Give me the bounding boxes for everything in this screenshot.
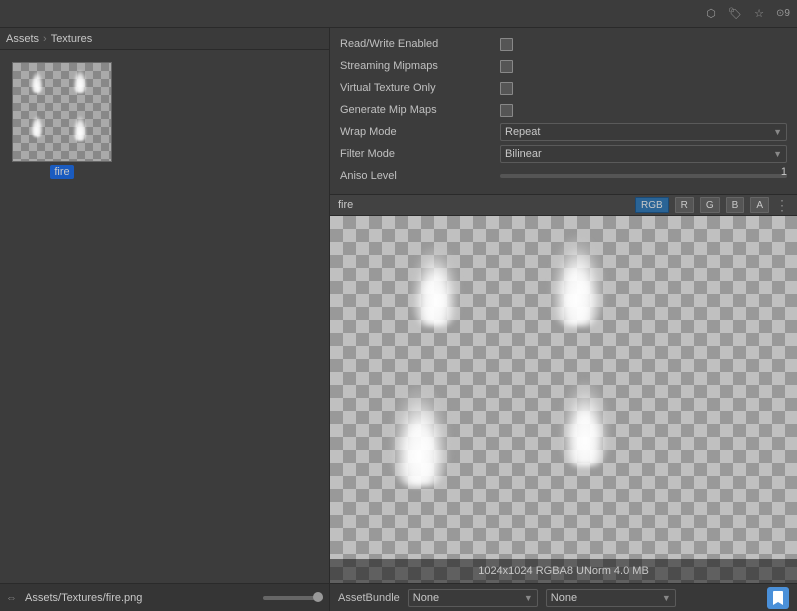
assets-grid: fire <box>0 50 329 583</box>
layers-count: 9 <box>784 8 790 19</box>
flame-top-right <box>550 236 605 326</box>
filter-mode-value: Bilinear <box>505 148 542 160</box>
star-icon[interactable]: ☆ <box>749 4 769 24</box>
breadcrumb-current[interactable]: Textures <box>51 33 93 45</box>
channel-g-btn[interactable]: G <box>700 197 720 213</box>
asset-item-fire[interactable]: fire <box>8 58 116 183</box>
wrap-mode-value: Repeat <box>505 126 540 138</box>
prop-label-wrap-mode: Wrap Mode <box>340 126 500 138</box>
prop-streaming-mipmaps: Streaming Mipmaps <box>340 56 787 76</box>
slider-thumb <box>313 592 323 602</box>
inspector-props: Read/Write Enabled Streaming Mipmaps Vir… <box>330 28 797 194</box>
asset-thumbnail <box>12 62 112 162</box>
texture-preview-area: 1024x1024 RGBA8 UNorm 4.0 MB <box>330 216 797 583</box>
prop-wrap-mode: Wrap Mode Repeat ▼ <box>340 122 787 142</box>
channel-rgb-btn[interactable]: RGB <box>635 197 669 213</box>
top-bar-icons: ⬡ 🏷 ☆ ⊙9 <box>701 4 793 24</box>
flame-container <box>330 216 797 583</box>
prop-read-write: Read/Write Enabled <box>340 34 787 54</box>
aniso-value: 1 <box>781 166 787 178</box>
variant-dropdown-arrow: ▼ <box>662 593 671 603</box>
texture-info-text: 1024x1024 RGBA8 UNorm 4.0 MB <box>478 565 649 577</box>
asset-bundle-variant-dropdown[interactable]: None ▼ <box>546 589 676 607</box>
channel-a-btn[interactable]: A <box>750 197 769 213</box>
prop-label-streaming: Streaming Mipmaps <box>340 60 500 72</box>
left-panel: Assets › Textures fire ⇔ Assets/Textures… <box>0 28 330 611</box>
resize-icon: ⇔ <box>6 592 17 604</box>
asset-path: Assets/Textures/fire.png <box>25 592 255 604</box>
size-slider[interactable] <box>263 596 323 600</box>
mini-flame-3 <box>31 115 43 137</box>
asset-bundle-bar: AssetBundle None ▼ None ▼ <box>330 583 797 611</box>
bottom-bar: ⇔ Assets/Textures/fire.png <box>0 583 329 611</box>
channel-more-btn[interactable]: ⋮ <box>775 197 789 214</box>
filter-dropdown-arrow: ▼ <box>773 149 782 159</box>
main-layout: Assets › Textures fire ⇔ Assets/Textures… <box>0 28 797 611</box>
bookmark-icon[interactable] <box>767 587 789 609</box>
prop-generate-mip: Generate Mip Maps <box>340 100 787 120</box>
asset-label: fire <box>50 165 73 179</box>
checkbox-read-write[interactable] <box>500 38 513 51</box>
channel-r-btn[interactable]: R <box>675 197 694 213</box>
aniso-slider[interactable]: 1 <box>500 174 787 178</box>
prop-label-read-write: Read/Write Enabled <box>340 38 500 50</box>
tag-icon[interactable]: 🏷 <box>725 4 745 24</box>
asset-bundle-dropdown[interactable]: None ▼ <box>408 589 538 607</box>
prop-filter-mode: Filter Mode Bilinear ▼ <box>340 144 787 164</box>
wrap-dropdown-arrow: ▼ <box>773 127 782 137</box>
bundle-dropdown-arrow: ▼ <box>524 593 533 603</box>
wrap-mode-dropdown[interactable]: Repeat ▼ <box>500 123 787 141</box>
mini-flame-1 <box>31 71 43 93</box>
mini-flame-4 <box>73 115 87 141</box>
breadcrumb-root[interactable]: Assets <box>6 33 39 45</box>
prop-label-filter-mode: Filter Mode <box>340 148 500 160</box>
texture-preview-header: fire RGB R G B A ⋮ <box>330 194 797 216</box>
breadcrumb-separator: › <box>43 33 47 45</box>
prop-aniso: Aniso Level 1 <box>340 166 787 186</box>
flame-top-left <box>410 246 460 326</box>
channel-b-btn[interactable]: B <box>726 197 745 213</box>
prop-virtual-texture: Virtual Texture Only <box>340 78 787 98</box>
checkbox-streaming[interactable] <box>500 60 513 73</box>
checkbox-generate-mip[interactable] <box>500 104 513 117</box>
texture-info-bar: 1024x1024 RGBA8 UNorm 4.0 MB <box>330 559 797 583</box>
preview-name: fire <box>338 199 629 211</box>
asset-bundle-label: AssetBundle <box>338 592 400 604</box>
mini-flame-2 <box>73 69 87 93</box>
top-bar: ⬡ 🏷 ☆ ⊙9 <box>0 0 797 28</box>
cursor-icon[interactable]: ⬡ <box>701 4 721 24</box>
right-panel: Read/Write Enabled Streaming Mipmaps Vir… <box>330 28 797 611</box>
checkbox-virtual-texture[interactable] <box>500 82 513 95</box>
flame-bottom-left <box>390 386 450 486</box>
prop-label-generate-mip: Generate Mip Maps <box>340 104 500 116</box>
layers-icon[interactable]: ⊙9 <box>773 4 793 24</box>
bundle-value: None <box>413 592 439 604</box>
filter-mode-dropdown[interactable]: Bilinear ▼ <box>500 145 787 163</box>
prop-label-aniso: Aniso Level <box>340 170 500 182</box>
breadcrumb: Assets › Textures <box>0 28 329 50</box>
bundle-variant-value: None <box>551 592 577 604</box>
flame-bottom-right <box>560 381 610 466</box>
prop-label-virtual-texture: Virtual Texture Only <box>340 82 500 94</box>
